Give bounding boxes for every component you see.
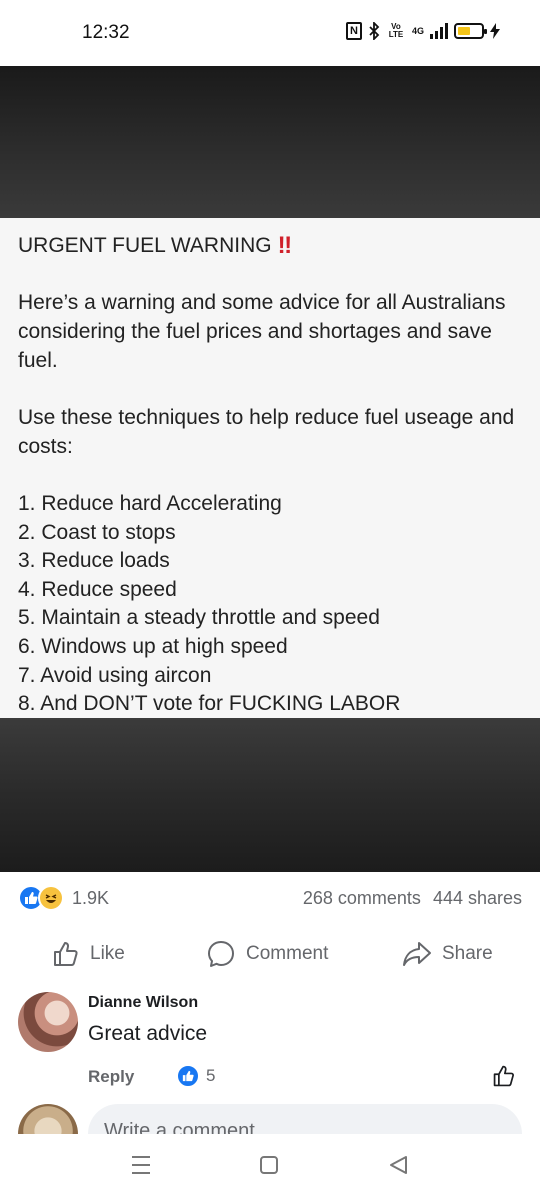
warning-title-text: URGENT FUEL WARNING (18, 234, 272, 257)
reaction-icons[interactable] (18, 885, 64, 911)
reactions-summary: 1.9K 268 comments 444 shares (18, 884, 522, 912)
tip-item: 6. Windows up at high speed (18, 634, 288, 658)
warning-title: URGENT FUEL WARNING ‼ (18, 232, 522, 260)
double-exclamation-icon: ‼ (277, 232, 292, 259)
write-comment-input[interactable]: Write a comment... (88, 1104, 522, 1134)
thumbs-up-icon (493, 1065, 514, 1087)
comment-item: Dianne Wilson Great advice Reply 5 (18, 992, 522, 1092)
comment-author[interactable]: Dianne Wilson (88, 994, 198, 1012)
status-bar: 12:32 N Vo LTE 4G (0, 0, 540, 66)
comments-count[interactable]: 268 comments (303, 888, 421, 909)
like-label: Like (90, 943, 125, 964)
comment-reaction-summary[interactable]: 5 (176, 1064, 215, 1088)
reply-button[interactable]: Reply (88, 1067, 134, 1087)
tip-item: 8. And DON’T vote for FUCKING LABOR (18, 692, 401, 716)
comment-composer: Write a comment... (18, 1104, 522, 1134)
share-label: Share (442, 943, 493, 964)
tip-item: 4. Reduce speed (18, 577, 177, 601)
tip-item: 7. Avoid using aircon (18, 663, 212, 687)
battery-fill (458, 27, 470, 35)
back-icon[interactable] (388, 1154, 408, 1176)
thumbs-up-icon (54, 942, 78, 966)
tips-list: 1. Reduce hard Accelerating 2. Coast to … (18, 490, 522, 719)
post-actions: Like Comment Share (0, 934, 540, 974)
like-reaction-icon (176, 1064, 200, 1088)
comment-text: Great advice (88, 1022, 208, 1045)
image-dark-top (0, 66, 540, 218)
network-type-label: 4G (411, 26, 424, 36)
post-stats: 268 comments 444 shares (303, 888, 522, 909)
warning-intro: Here’s a warning and some advice for all… (18, 291, 506, 372)
signal-icon (430, 23, 448, 39)
nfc-icon: N (345, 22, 362, 40)
tip-item: 1. Reduce hard Accelerating (18, 492, 282, 515)
tip-item: 2. Coast to stops (18, 520, 176, 544)
reaction-count[interactable]: 1.9K (72, 888, 109, 909)
system-nav-bar (0, 1134, 540, 1200)
haha-reaction-icon (38, 885, 64, 911)
status-time: 12:32 (82, 22, 130, 43)
comment-bubble-icon (208, 941, 234, 967)
image-dark-bottom (0, 718, 540, 872)
battery-icon (454, 23, 487, 39)
techniques-intro: Use these techniques to help reduce fuel… (18, 406, 515, 458)
comment-button[interactable]: Comment (206, 934, 328, 974)
comment-label: Comment (246, 943, 329, 964)
image-text-panel: URGENT FUEL WARNING ‼ Here’s a warning a… (0, 218, 540, 718)
comment-like-count: 5 (206, 1066, 216, 1085)
share-button[interactable]: Share (402, 934, 493, 974)
shares-count[interactable]: 444 shares (433, 888, 522, 909)
share-arrow-icon (403, 942, 431, 966)
bluetooth-icon (369, 22, 380, 40)
tip-item: 5. Maintain a steady throttle and speed (18, 606, 380, 630)
volte-icon: Vo LTE (388, 22, 404, 39)
menu-icon[interactable] (131, 1154, 151, 1176)
like-button[interactable]: Like (52, 934, 125, 974)
status-icons: N Vo LTE 4G (345, 22, 500, 40)
home-icon[interactable] (259, 1154, 279, 1176)
post-image[interactable]: URGENT FUEL WARNING ‼ Here’s a warning a… (0, 66, 540, 872)
avatar (18, 1104, 78, 1134)
comment-like-button[interactable] (492, 1064, 516, 1093)
tip-item: 3. Reduce loads (18, 549, 170, 573)
avatar[interactable] (18, 992, 78, 1052)
charging-icon (490, 23, 500, 39)
